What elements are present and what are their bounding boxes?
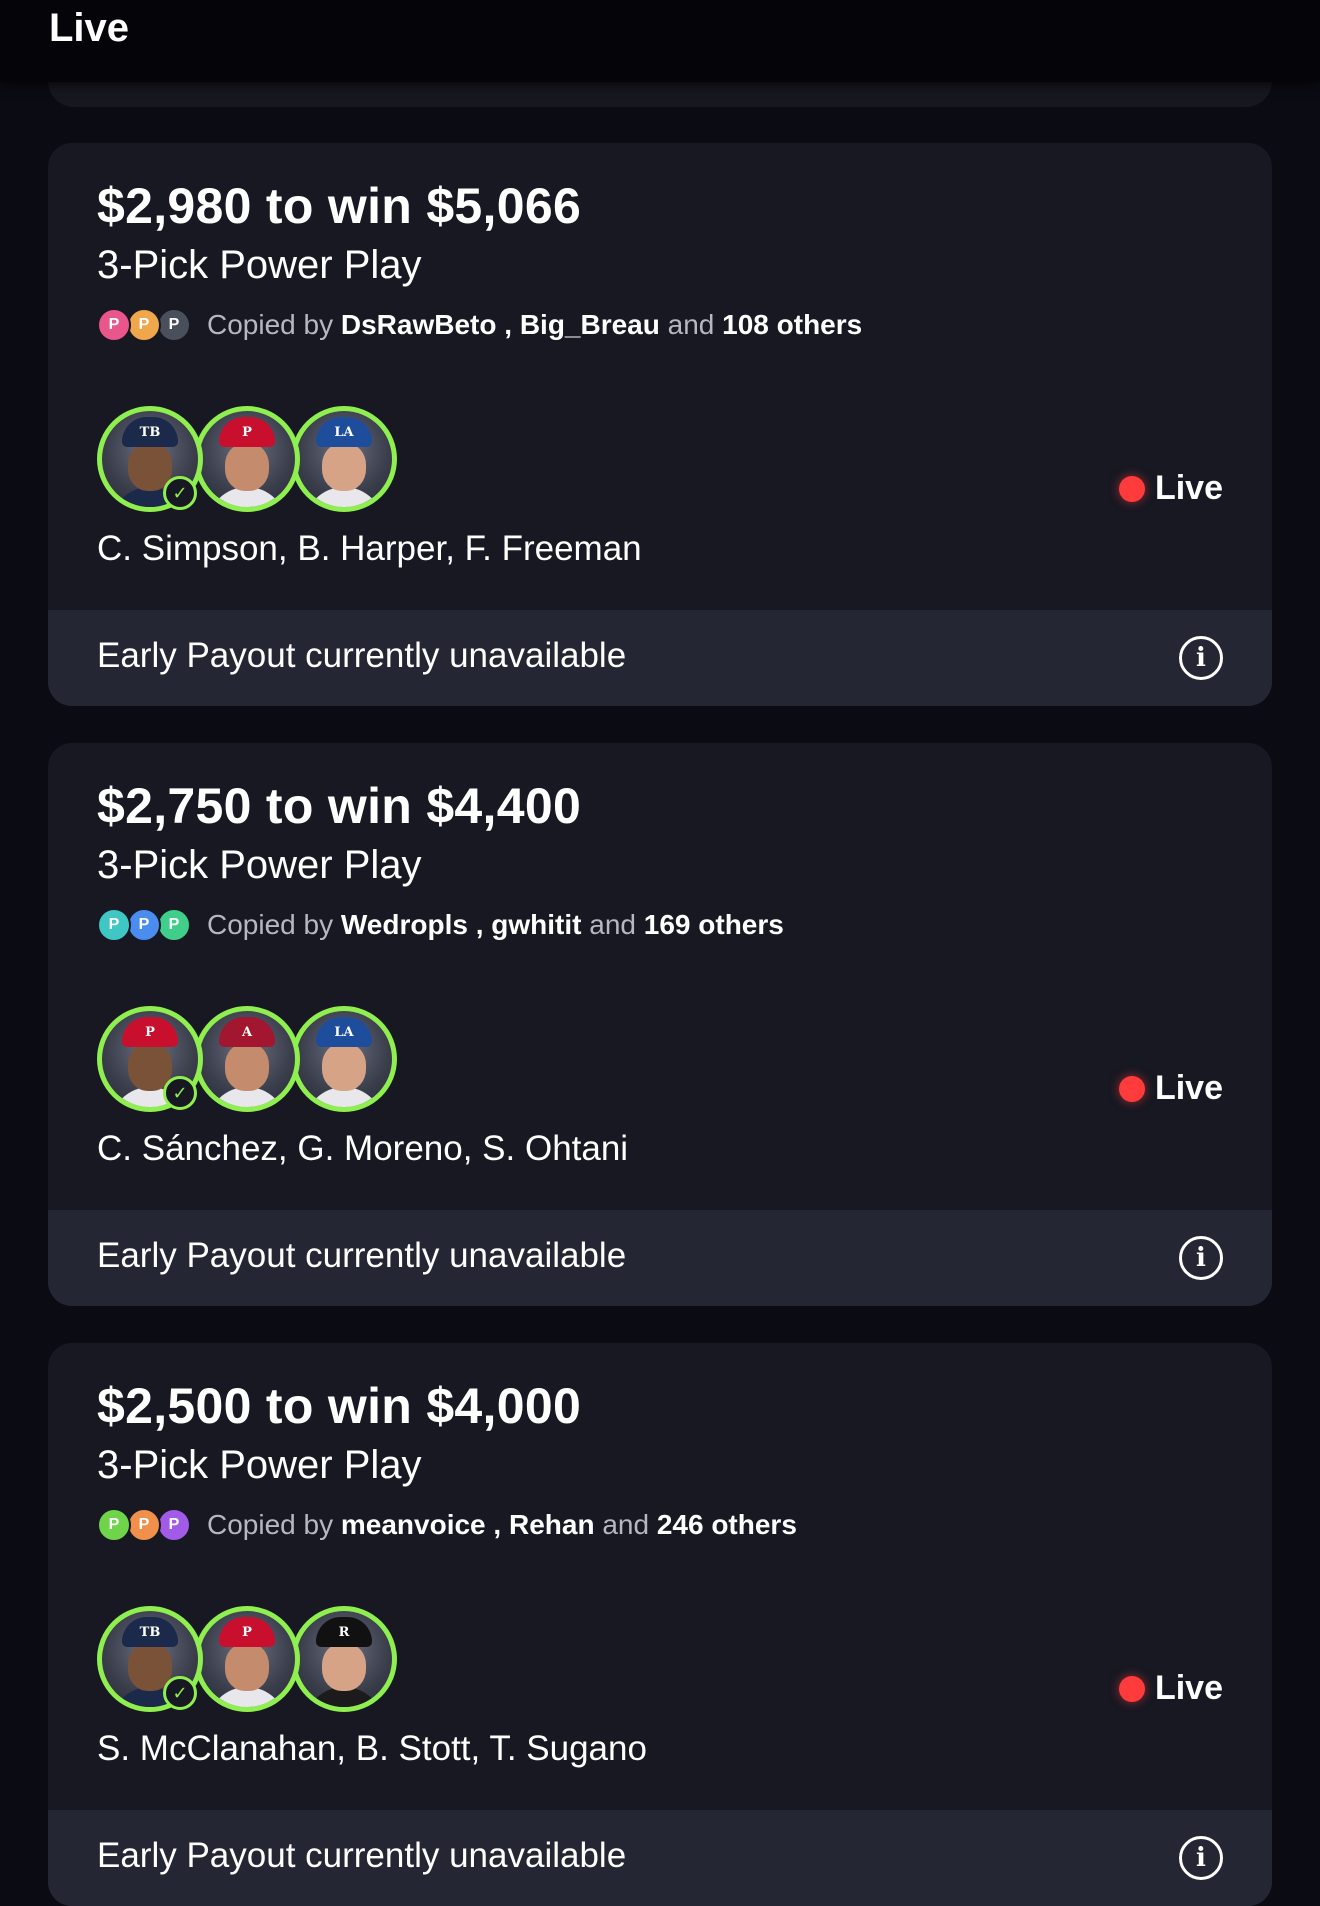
copier-others-count[interactable]: 169 others xyxy=(644,909,784,941)
copied-by-label: Copied by xyxy=(207,1509,334,1540)
team-cap-icon: LA xyxy=(316,417,372,447)
copier-others-count[interactable]: 246 others xyxy=(657,1509,797,1541)
copier-avatar-icon: P xyxy=(127,308,161,342)
copier-name[interactable]: Wedropls xyxy=(341,909,468,941)
copier-avatars: P P P xyxy=(97,1507,193,1543)
entry-type: 3-Pick Power Play xyxy=(97,243,422,287)
early-payout-text: Early Payout currently unavailable xyxy=(97,1236,627,1275)
live-label: Live xyxy=(1154,469,1223,507)
copier-separator: , xyxy=(504,309,513,340)
copier-others-count[interactable]: 108 others xyxy=(722,309,862,341)
copier-name[interactable]: DsRawBeto xyxy=(341,309,497,341)
live-status: Live xyxy=(1118,469,1223,508)
entry-card[interactable]: $2,750 to win $4,400 3-Pick Power Play P… xyxy=(48,743,1272,1306)
copier-name[interactable]: Big_Breau xyxy=(520,309,660,341)
early-payout-bar: Early Payout currently unavailable i xyxy=(48,1810,1272,1906)
live-dot-icon xyxy=(1118,475,1145,502)
live-dot-icon xyxy=(1118,1675,1145,1702)
player-avatars: TB P R ✓ xyxy=(97,1606,397,1716)
live-label: Live xyxy=(1154,1069,1223,1107)
copier-avatars: P P P xyxy=(97,907,193,943)
entry-card[interactable]: $2,500 to win $4,000 3-Pick Power Play P… xyxy=(48,1343,1272,1906)
copier-avatar-icon: P xyxy=(127,908,161,942)
player-avatar: LA xyxy=(291,406,397,512)
player-names: C. Simpson, B. Harper, F. Freeman xyxy=(97,529,642,568)
copied-and-label: and xyxy=(667,309,715,340)
team-cap-icon: A xyxy=(219,1017,275,1047)
copied-by-row: P P P Copied by DsRawBeto , Big_Breau an… xyxy=(97,305,862,345)
player-avatar: A xyxy=(194,1006,300,1112)
early-payout-text: Early Payout currently unavailable xyxy=(97,636,627,675)
team-cap-icon: P xyxy=(219,1617,275,1647)
live-status: Live xyxy=(1118,1669,1223,1708)
copied-by-row: P P P Copied by meanvoice , Rehan and 24… xyxy=(97,1505,797,1545)
team-cap-icon: P xyxy=(122,1017,178,1047)
copier-avatar-icon: P xyxy=(127,1508,161,1542)
top-bar: Live xyxy=(0,0,1320,82)
team-cap-icon: LA xyxy=(316,1017,372,1047)
early-payout-text: Early Payout currently unavailable xyxy=(97,1836,627,1875)
team-cap-icon: R xyxy=(316,1617,372,1647)
copier-avatar-icon: P xyxy=(97,1508,131,1542)
team-cap-icon: TB xyxy=(122,417,178,447)
entry-amount: $2,500 to win $4,000 xyxy=(97,1378,582,1434)
copier-separator: , xyxy=(493,1509,502,1540)
early-payout-bar: Early Payout currently unavailable i xyxy=(48,610,1272,706)
copier-avatar-icon: P xyxy=(97,908,131,942)
check-icon: ✓ xyxy=(163,476,197,510)
entry-amount: $2,750 to win $4,400 xyxy=(97,778,582,834)
player-names: C. Sánchez, G. Moreno, S. Ohtani xyxy=(97,1129,629,1168)
team-cap-icon: TB xyxy=(122,1617,178,1647)
copier-avatar-icon: P xyxy=(157,308,191,342)
live-dot-icon xyxy=(1118,1075,1145,1102)
copier-name[interactable]: gwhitit xyxy=(491,909,581,941)
player-names: S. McClanahan, B. Stott, T. Sugano xyxy=(97,1729,647,1768)
check-icon: ✓ xyxy=(163,1076,197,1110)
copier-avatar-icon: P xyxy=(157,908,191,942)
check-icon: ✓ xyxy=(163,1676,197,1710)
copied-and-label: and xyxy=(589,909,636,940)
copied-by-label: Copied by xyxy=(207,309,334,340)
player-avatars: TB P LA ✓ xyxy=(97,406,397,516)
early-payout-bar: Early Payout currently unavailable i xyxy=(48,1210,1272,1306)
copier-avatar-icon: P xyxy=(97,308,131,342)
copier-separator: , xyxy=(475,909,484,940)
copied-and-label: and xyxy=(602,1509,650,1540)
entry-type: 3-Pick Power Play xyxy=(97,1443,422,1487)
copied-by-row: P P P Copied by Wedropls , gwhitit and 1… xyxy=(97,905,784,945)
copier-name[interactable]: Rehan xyxy=(509,1509,595,1541)
info-icon[interactable]: i xyxy=(1179,1236,1223,1280)
copier-avatar-icon: P xyxy=(157,1508,191,1542)
entry-type: 3-Pick Power Play xyxy=(97,843,422,887)
info-icon[interactable]: i xyxy=(1179,1836,1223,1880)
copier-avatars: P P P xyxy=(97,307,193,343)
entry-amount: $2,980 to win $5,066 xyxy=(97,178,582,234)
team-cap-icon: P xyxy=(219,417,275,447)
live-status: Live xyxy=(1118,1069,1223,1108)
info-icon[interactable]: i xyxy=(1179,636,1223,680)
player-avatar: P xyxy=(194,1606,300,1712)
player-avatars: P A LA ✓ xyxy=(97,1006,397,1116)
live-label: Live xyxy=(1154,1669,1223,1707)
copier-name[interactable]: meanvoice xyxy=(341,1509,486,1541)
copied-by-label: Copied by xyxy=(207,909,334,940)
entry-card[interactable]: $2,980 to win $5,066 3-Pick Power Play P… xyxy=(48,143,1272,706)
page-title: Live xyxy=(49,6,130,50)
player-avatar: P xyxy=(194,406,300,512)
player-avatar: LA xyxy=(291,1006,397,1112)
player-avatar: R xyxy=(291,1606,397,1712)
